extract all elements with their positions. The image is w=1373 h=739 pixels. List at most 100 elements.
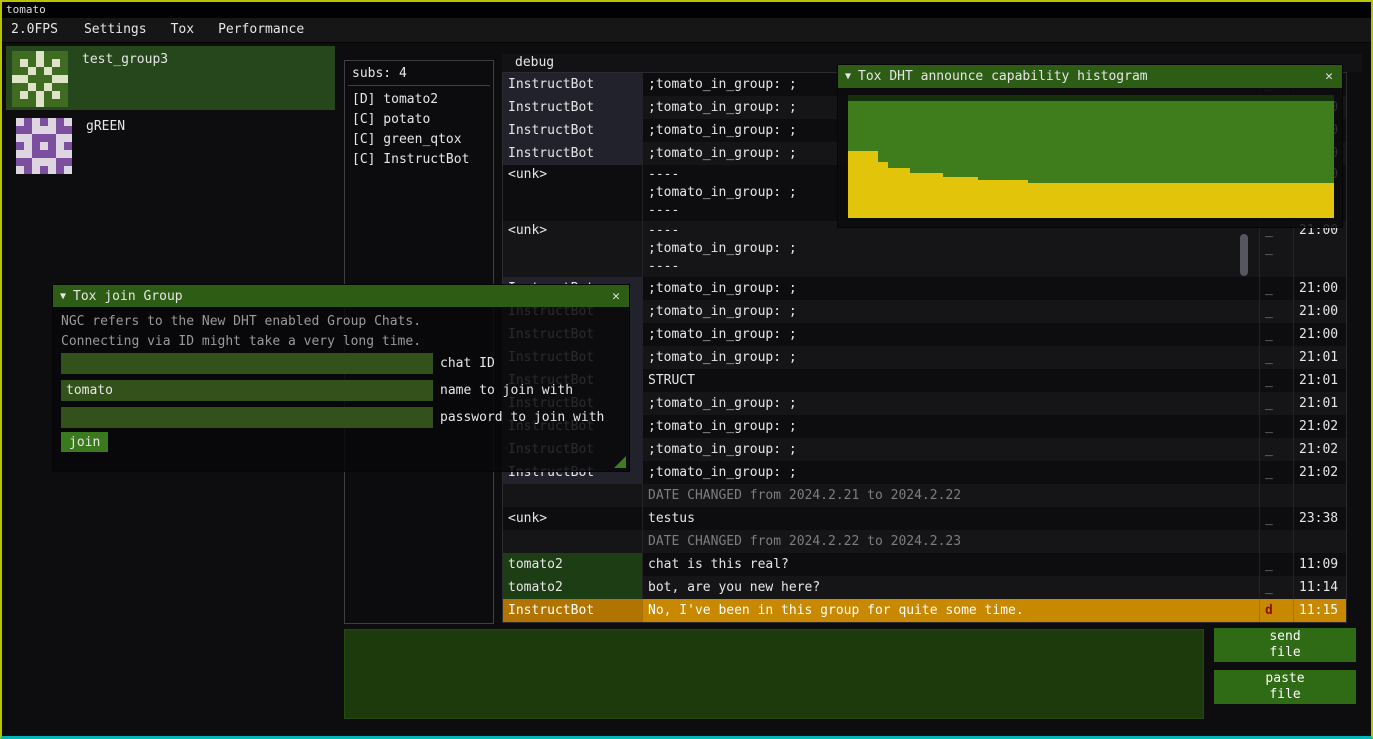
join-group-window-body: NGC refers to the New DHT enabled Group … [53, 307, 629, 471]
date-separator-row[interactable]: DATE CHANGED from 2024.2.21 to 2024.2.22 [503, 484, 1346, 507]
message-flags [1259, 484, 1293, 507]
message-flags [1259, 530, 1293, 553]
message-flags: _ _ [1259, 369, 1293, 392]
group-item-test_group3[interactable]: test_group3 [6, 46, 335, 110]
histogram-window-title: Tox DHT announce capability histogram [858, 69, 1316, 84]
message-row[interactable]: <unk>---- ;tomato_in_group: ; ----_ _21:… [503, 221, 1346, 277]
message-text: ;tomato_in_group: ; [642, 300, 1259, 323]
subs-count: subs: 4 [345, 61, 493, 84]
chat-id-label: chat ID [440, 353, 495, 374]
message-flags: _ _ [1259, 221, 1293, 277]
message-time: 21:01 [1293, 369, 1346, 392]
window-titlebar[interactable]: tomato [2, 2, 1371, 18]
join-group-window-title: Tox join Group [73, 289, 603, 304]
message-flags: _ _ [1259, 277, 1293, 300]
collapse-arrow-icon[interactable]: ▼ [845, 71, 851, 82]
subs-member[interactable]: [C] InstructBot [345, 150, 493, 170]
message-flags: _ _ [1259, 346, 1293, 369]
message-row[interactable]: InstructBotNo, I've been in this group f… [503, 599, 1346, 622]
menu-tox[interactable]: Tox [159, 18, 206, 42]
message-row[interactable]: tomato2chat is this real?_ _11:09 [503, 553, 1346, 576]
chat-id-input[interactable] [61, 353, 433, 374]
message-author: InstructBot [503, 73, 642, 96]
message-text: STRUCT [642, 369, 1259, 392]
group-item-green[interactable]: gREEN [6, 110, 335, 174]
message-flags: _ _ [1259, 553, 1293, 576]
close-icon[interactable]: ✕ [1323, 69, 1335, 84]
message-row[interactable]: <unk>testus_ _23:38 [503, 507, 1346, 530]
message-text: testus [642, 507, 1259, 530]
message-flags: _ _ [1259, 438, 1293, 461]
message-text: ;tomato_in_group: ; [642, 323, 1259, 346]
message-author: InstructBot [503, 142, 642, 165]
message-input[interactable] [344, 629, 1204, 719]
group-avatar [12, 51, 68, 107]
message-author [503, 484, 642, 507]
message-text: ;tomato_in_group: ; [642, 415, 1259, 438]
subs-member[interactable]: [D] tomato2 [345, 90, 493, 110]
message-time: 21:02 [1293, 438, 1346, 461]
message-text: No, I've been in this group for quite so… [642, 599, 1259, 622]
group-avatar [16, 118, 72, 174]
message-text: ---- ;tomato_in_group: ; ---- [642, 221, 1259, 277]
message-author: InstructBot [503, 119, 642, 142]
message-time: 23:38 [1293, 507, 1346, 530]
histogram-window-titlebar[interactable]: ▼ Tox DHT announce capability histogram … [838, 65, 1342, 88]
join-group-window: ▼ Tox join Group ✕ NGC refers to the New… [52, 284, 630, 472]
message-time [1293, 484, 1346, 507]
message-author: <unk> [503, 165, 642, 221]
join-group-window-titlebar[interactable]: ▼ Tox join Group ✕ [53, 285, 629, 307]
message-time: 21:02 [1293, 461, 1346, 484]
message-text: ;tomato_in_group: ; [642, 438, 1259, 461]
resize-grip[interactable] [614, 456, 626, 468]
message-row[interactable]: tomato2bot, are you new here?_ _11:14 [503, 576, 1346, 599]
message-time: 21:00 [1293, 277, 1346, 300]
message-text: DATE CHANGED from 2024.2.21 to 2024.2.22 [642, 484, 1259, 507]
menu-settings[interactable]: Settings [72, 18, 159, 42]
join-info-line: NGC refers to the New DHT enabled Group … [61, 314, 421, 329]
join-name-input[interactable] [61, 380, 433, 401]
chat-scrollbar[interactable] [1240, 234, 1248, 276]
histogram-window-body [838, 88, 1342, 227]
message-text: chat is this real? [642, 553, 1259, 576]
message-author: <unk> [503, 507, 642, 530]
subs-list: [D] tomato2[C] potato[C] green_qtox[C] I… [345, 90, 493, 170]
message-time: 21:02 [1293, 415, 1346, 438]
subs-member[interactable]: [C] potato [345, 110, 493, 130]
message-author: tomato2 [503, 576, 642, 599]
send-file-button[interactable]: send file [1214, 628, 1356, 662]
dht-histogram-plot[interactable] [848, 95, 1334, 218]
message-text: ;tomato_in_group: ; [642, 392, 1259, 415]
separator [348, 85, 490, 86]
message-time: 21:00 [1293, 300, 1346, 323]
message-flags: _ _ [1259, 415, 1293, 438]
message-text: bot, are you new here? [642, 576, 1259, 599]
join-password-label: password to join with [440, 407, 604, 428]
collapse-arrow-icon[interactable]: ▼ [60, 291, 66, 302]
join-password-input[interactable] [61, 407, 433, 428]
message-author [503, 530, 642, 553]
message-text: ;tomato_in_group: ; [642, 346, 1259, 369]
message-flags: _ _ [1259, 576, 1293, 599]
message-time: 21:01 [1293, 346, 1346, 369]
close-icon[interactable]: ✕ [610, 289, 622, 304]
message-author: InstructBot [503, 96, 642, 119]
message-time: 21:00 [1293, 221, 1346, 277]
message-flags: _ _ [1259, 392, 1293, 415]
message-flags: _ _ [1259, 323, 1293, 346]
message-time: 11:09 [1293, 553, 1346, 576]
message-time: 11:15 [1293, 599, 1346, 622]
message-time: 11:14 [1293, 576, 1346, 599]
subs-member[interactable]: [C] green_qtox [345, 130, 493, 150]
join-name-label: name to join with [440, 380, 573, 401]
message-flags: d [1259, 599, 1293, 622]
menu-performance[interactable]: Performance [206, 18, 316, 42]
message-author: tomato2 [503, 553, 642, 576]
join-button[interactable]: join [61, 432, 108, 452]
message-text: DATE CHANGED from 2024.2.22 to 2024.2.23 [642, 530, 1259, 553]
histogram-window: ▼ Tox DHT announce capability histogram … [837, 64, 1343, 228]
message-author: <unk> [503, 221, 642, 277]
message-time: 21:01 [1293, 392, 1346, 415]
date-separator-row[interactable]: DATE CHANGED from 2024.2.22 to 2024.2.23 [503, 530, 1346, 553]
paste-file-button[interactable]: paste file [1214, 670, 1356, 704]
